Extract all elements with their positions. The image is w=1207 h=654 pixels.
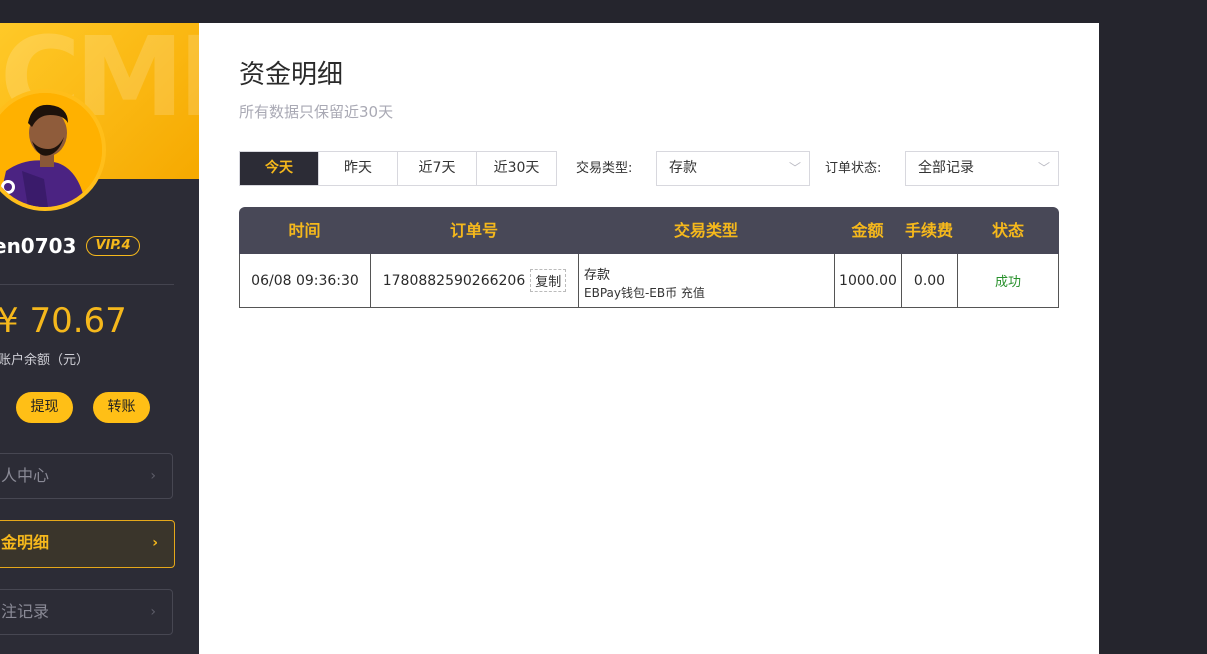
order-number: 1780882590266206 bbox=[382, 272, 526, 289]
status-filter-select[interactable]: 全部记录 ﹀ bbox=[905, 151, 1059, 186]
fund-details-table: 时间 订单号 交易类型 金额 手续费 状态 06/08 09:36:30 178… bbox=[239, 207, 1059, 308]
chevron-right-icon: › bbox=[150, 468, 156, 484]
tab-today[interactable]: 今天 bbox=[240, 152, 319, 185]
sidebar-item-fund-details[interactable]: 金明细 › bbox=[0, 520, 175, 568]
type-sub-text: EBPay钱包-EB币 充值 bbox=[584, 286, 705, 300]
balance-label: 账户余额（元） bbox=[0, 353, 90, 368]
caret-down-icon: ﹀ bbox=[788, 161, 801, 175]
main-panel: 资金明细 所有数据只保留近30天 今天 昨天 近7天 近30天 交易类型: 存款… bbox=[199, 23, 1099, 654]
page-title: 资金明细 bbox=[239, 60, 344, 90]
tab-last-30-days[interactable]: 近30天 bbox=[477, 152, 556, 185]
status-filter-value: 全部记录 bbox=[918, 160, 974, 176]
sidebar: CMF en0703 VIP.4 ¥ 70.67 账户余额（元） 提现 转账 人… bbox=[0, 23, 199, 654]
sidebar-item-label: 金明细 bbox=[1, 533, 50, 552]
vip-badge: VIP.4 bbox=[86, 236, 140, 256]
withdraw-button[interactable]: 提现 bbox=[16, 392, 73, 423]
status-filter-label: 订单状态: bbox=[825, 161, 882, 176]
sidebar-item-label: 人中心 bbox=[1, 466, 50, 485]
column-header-fee: 手续费 bbox=[904, 221, 953, 240]
cell-type: 存款 EBPay钱包-EB币 充值 bbox=[579, 254, 835, 307]
column-header-status: 状态 bbox=[991, 221, 1024, 240]
sidebar-item-label: 注记录 bbox=[1, 602, 50, 621]
tab-last-7-days[interactable]: 近7天 bbox=[398, 152, 477, 185]
fee-text: 0.00 bbox=[913, 272, 946, 289]
balance-amount: ¥ 70.67 bbox=[0, 301, 127, 341]
cell-order-no: 1780882590266206 复制 bbox=[371, 254, 579, 307]
copy-button[interactable]: 复制 bbox=[530, 269, 567, 292]
column-header-order-no: 订单号 bbox=[449, 221, 498, 240]
column-header-amount: 金额 bbox=[851, 221, 884, 240]
cell-time-text: 06/08 09:36:30 bbox=[251, 272, 359, 289]
column-header-time: 时间 bbox=[288, 221, 321, 240]
sidebar-item-personal-center[interactable]: 人中心 › bbox=[0, 453, 173, 499]
chevron-right-icon: › bbox=[150, 604, 156, 620]
type-filter-select[interactable]: 存款 ﹀ bbox=[656, 151, 810, 186]
tab-yesterday[interactable]: 昨天 bbox=[319, 152, 398, 185]
caret-down-icon: ﹀ bbox=[1037, 161, 1050, 175]
status-text: 成功 bbox=[994, 275, 1021, 290]
table-row: 06/08 09:36:30 1780882590266206 复制 存款 EB… bbox=[239, 254, 1059, 308]
sidebar-divider bbox=[0, 284, 174, 285]
chevron-right-icon: › bbox=[152, 535, 158, 551]
cell-status: 成功 bbox=[958, 254, 1058, 307]
amount-text: 1000.00 bbox=[839, 272, 897, 289]
cell-fee: 0.00 bbox=[902, 254, 958, 307]
cell-time: 06/08 09:36:30 bbox=[240, 254, 371, 307]
sidebar-item-bet-records[interactable]: 注记录 › bbox=[0, 589, 173, 635]
date-range-tabs: 今天 昨天 近7天 近30天 bbox=[239, 151, 557, 186]
page-subtitle: 所有数据只保留近30天 bbox=[239, 103, 394, 121]
table-header: 时间 订单号 交易类型 金额 手续费 状态 bbox=[239, 207, 1059, 254]
type-filter-label: 交易类型: bbox=[576, 161, 633, 176]
username: en0703 bbox=[0, 234, 77, 258]
type-filter-value: 存款 bbox=[669, 160, 697, 176]
column-header-type: 交易类型 bbox=[673, 221, 738, 240]
username-row: en0703 VIP.4 bbox=[0, 233, 140, 259]
transfer-button[interactable]: 转账 bbox=[93, 392, 150, 423]
type-main-text: 存款 bbox=[584, 268, 611, 283]
cell-amount: 1000.00 bbox=[835, 254, 902, 307]
